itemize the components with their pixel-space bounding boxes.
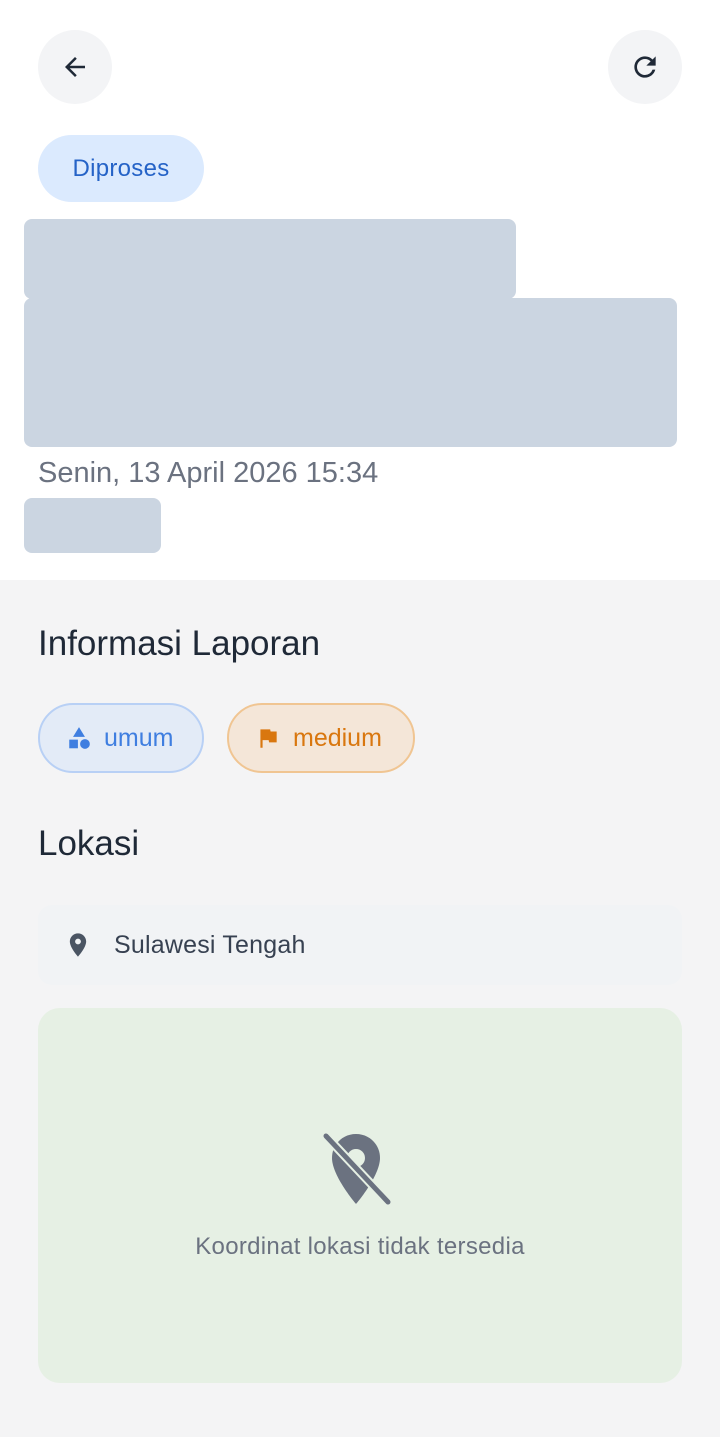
title-placeholder (24, 219, 516, 299)
location-address-row: Sulawesi Tengah (38, 905, 682, 985)
refresh-icon (634, 56, 656, 78)
location-address: Sulawesi Tengah (114, 930, 306, 959)
meta-placeholder (24, 498, 161, 553)
priority-label: medium (293, 723, 382, 752)
arrow-left-icon (65, 57, 85, 77)
status-badge: Diproses (38, 135, 204, 202)
refresh-button[interactable] (608, 30, 682, 104)
location-pin-icon (64, 929, 92, 961)
report-date: Senin, 13 April 2026 15:34 (38, 457, 379, 489)
flag-icon (255, 725, 281, 751)
location-section-title: Lokasi (38, 824, 140, 863)
map-empty-message: Koordinat lokasi tidak tersedia (195, 1233, 525, 1260)
priority-chip: medium (227, 703, 415, 773)
description-placeholder (24, 298, 677, 447)
back-button[interactable] (38, 30, 112, 104)
location-off-icon (321, 1131, 392, 1207)
category-chip: umum (38, 703, 204, 773)
info-section-title: Informasi Laporan (38, 624, 321, 663)
report-header-section: Diproses Senin, 13 April 2026 15:34 (0, 0, 720, 580)
category-shapes-icon (66, 725, 92, 751)
category-label: umum (104, 723, 174, 752)
